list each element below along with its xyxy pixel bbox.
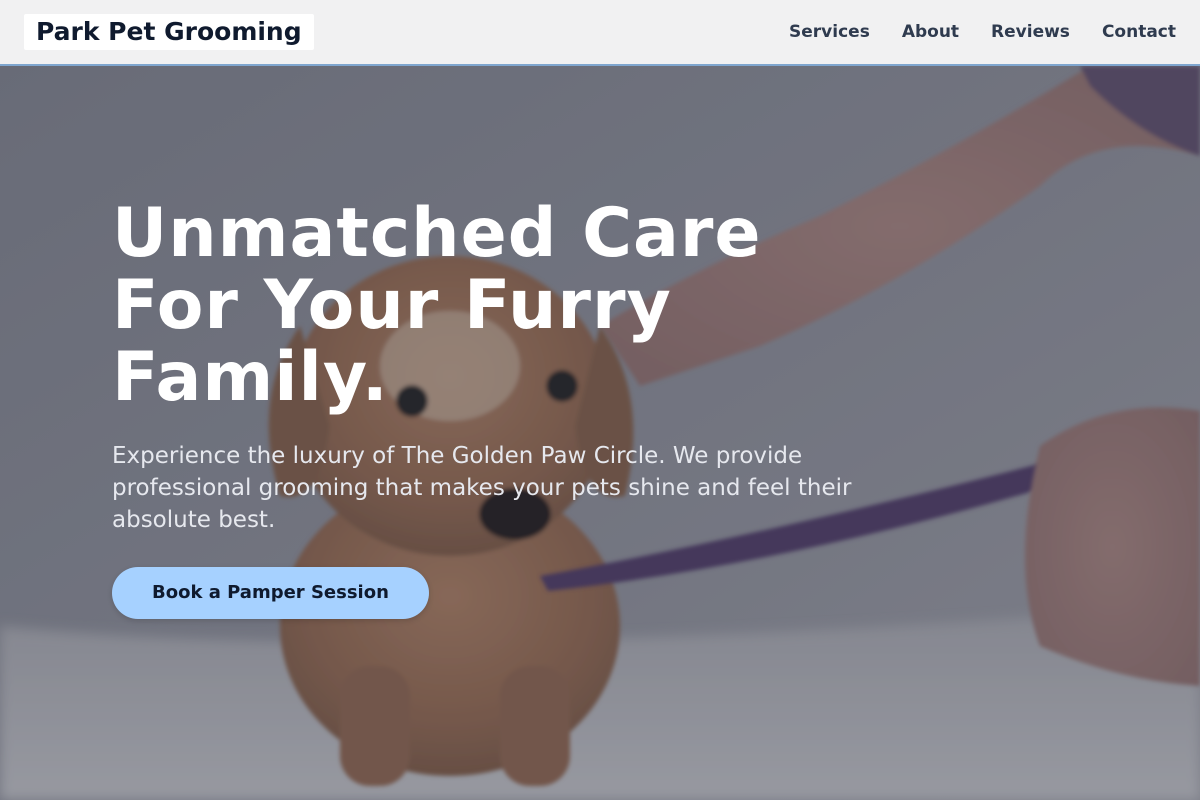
hero-title-line: Unmatched Care: [112, 194, 762, 273]
nav-link-about[interactable]: About: [902, 22, 959, 42]
hero-subtitle: Experience the luxury of The Golden Paw …: [112, 443, 852, 533]
nav-link-reviews[interactable]: Reviews: [991, 22, 1070, 42]
book-pamper-session-button[interactable]: Book a Pamper Session: [112, 567, 429, 619]
site-header: Park Pet Grooming Services About Reviews…: [0, 0, 1200, 66]
hero-title-line: For Your Furry: [112, 266, 672, 345]
nav-link-contact[interactable]: Contact: [1102, 22, 1176, 42]
main-nav: Services About Reviews Contact: [789, 0, 1176, 64]
hero-title-line: Family.: [112, 338, 389, 417]
page: Park Pet Grooming Services About Reviews…: [0, 0, 1200, 800]
hero-section: Unmatched Care For Your Furry Family. Ex…: [0, 66, 1200, 800]
nav-link-services[interactable]: Services: [789, 22, 870, 42]
hero-title: Unmatched Care For Your Furry Family.: [112, 198, 872, 414]
site-logo[interactable]: Park Pet Grooming: [24, 14, 314, 50]
hero-content: Unmatched Care For Your Furry Family. Ex…: [112, 198, 872, 619]
